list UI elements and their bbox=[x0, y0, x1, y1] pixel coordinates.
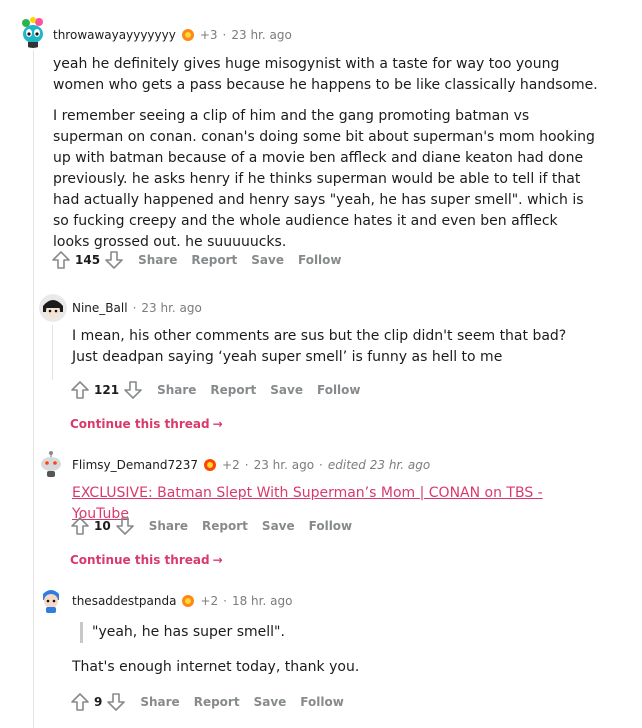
username[interactable]: Nine_Ball bbox=[72, 301, 128, 315]
thread-line[interactable] bbox=[33, 50, 34, 728]
upvote-icon[interactable] bbox=[70, 516, 90, 536]
comment-paragraph: yeah he definitely gives huge misogynist… bbox=[53, 56, 598, 93]
timestamp[interactable]: 18 hr. ago bbox=[232, 594, 292, 608]
awards-count[interactable]: +2 bbox=[200, 594, 218, 608]
comment-actions: 145 Share Report Save Follow bbox=[51, 250, 356, 270]
award-icon[interactable] bbox=[181, 594, 195, 608]
award-icon[interactable] bbox=[203, 458, 217, 472]
downvote-icon[interactable] bbox=[115, 516, 135, 536]
downvote-icon[interactable] bbox=[106, 692, 126, 712]
timestamp[interactable]: 23 hr. ago bbox=[231, 28, 291, 42]
follow-button[interactable]: Follow bbox=[298, 253, 342, 267]
username[interactable]: throwawayayyyyyyy bbox=[53, 28, 176, 42]
comment-paragraph: I remember seeing a clip of him and the … bbox=[53, 108, 595, 250]
comment-meta: thesaddestpanda +2 · 18 hr. ago bbox=[72, 594, 292, 608]
avatar[interactable] bbox=[37, 450, 65, 478]
separator: · bbox=[223, 594, 227, 608]
save-button[interactable]: Save bbox=[254, 695, 287, 709]
timestamp[interactable]: 23 hr. ago bbox=[254, 458, 314, 472]
follow-button[interactable]: Follow bbox=[317, 383, 361, 397]
comment-actions: 10 Share Report Save Follow bbox=[70, 516, 366, 536]
vote-group: 10 bbox=[70, 516, 135, 536]
report-button[interactable]: Report bbox=[191, 253, 237, 267]
comment-paragraph: That's enough internet today, thank you. bbox=[72, 659, 360, 675]
save-button[interactable]: Save bbox=[270, 383, 303, 397]
comment-actions: 9 Share Report Save Follow bbox=[70, 692, 358, 712]
report-button[interactable]: Report bbox=[194, 695, 240, 709]
awards-count[interactable]: +2 bbox=[222, 458, 240, 472]
username[interactable]: Flimsy_Demand7237 bbox=[72, 458, 198, 472]
avatar[interactable] bbox=[37, 586, 65, 614]
username[interactable]: thesaddestpanda bbox=[72, 594, 176, 608]
report-button[interactable]: Report bbox=[202, 519, 248, 533]
vote-group: 121 bbox=[70, 380, 143, 400]
separator: · bbox=[132, 301, 137, 315]
save-button[interactable]: Save bbox=[251, 253, 284, 267]
upvote-icon[interactable] bbox=[51, 250, 71, 270]
share-button[interactable]: Share bbox=[138, 253, 177, 267]
follow-button[interactable]: Follow bbox=[309, 519, 353, 533]
vote-score: 121 bbox=[94, 383, 120, 397]
comment-paragraph: I mean, his other comments are sus but t… bbox=[72, 328, 567, 365]
comment-meta: Flimsy_Demand7237 +2 · 23 hr. ago · edit… bbox=[72, 458, 430, 472]
report-button[interactable]: Report bbox=[210, 383, 256, 397]
share-button[interactable]: Share bbox=[157, 383, 196, 397]
edited-label: edited 23 hr. ago bbox=[327, 458, 431, 472]
comment-body: I mean, his other comments are sus but t… bbox=[72, 326, 592, 368]
vote-score: 9 bbox=[94, 695, 103, 709]
vote-score: 145 bbox=[75, 253, 101, 267]
thread-line-reply[interactable] bbox=[52, 325, 53, 380]
separator: · bbox=[319, 458, 323, 472]
comment-body: yeah he definitely gives huge misogynist… bbox=[53, 54, 598, 253]
comment-meta: throwawayayyyyyyy +3 · 23 hr. ago bbox=[53, 28, 292, 42]
avatar[interactable] bbox=[17, 16, 49, 48]
upvote-icon[interactable] bbox=[70, 380, 90, 400]
comment-actions: 121 Share Report Save Follow bbox=[70, 380, 375, 400]
upvote-icon[interactable] bbox=[70, 692, 90, 712]
share-button[interactable]: Share bbox=[149, 519, 188, 533]
vote-group: 145 bbox=[51, 250, 124, 270]
vote-score: 10 bbox=[94, 519, 111, 533]
comment-body: "yeah, he has super smell". That's enoug… bbox=[72, 622, 592, 678]
separator: · bbox=[244, 458, 249, 472]
downvote-icon[interactable] bbox=[123, 380, 143, 400]
award-icon[interactable] bbox=[181, 28, 195, 42]
save-button[interactable]: Save bbox=[262, 519, 295, 533]
comment-meta: Nine_Ball · 23 hr. ago bbox=[72, 301, 202, 315]
separator: · bbox=[222, 28, 227, 42]
avatar[interactable] bbox=[39, 294, 67, 322]
arrow-right-icon: → bbox=[212, 553, 223, 567]
share-button[interactable]: Share bbox=[140, 695, 179, 709]
arrow-right-icon: → bbox=[212, 417, 223, 431]
continue-thread-link[interactable]: Continue this thread → bbox=[70, 417, 223, 431]
continue-thread-label: Continue this thread bbox=[70, 553, 210, 567]
follow-button[interactable]: Follow bbox=[300, 695, 344, 709]
downvote-icon[interactable] bbox=[104, 250, 124, 270]
awards-count[interactable]: +3 bbox=[200, 28, 218, 42]
continue-thread-label: Continue this thread bbox=[70, 417, 210, 431]
continue-thread-link[interactable]: Continue this thread → bbox=[70, 553, 223, 567]
vote-group: 9 bbox=[70, 692, 126, 712]
timestamp[interactable]: 23 hr. ago bbox=[141, 301, 201, 315]
blockquote: "yeah, he has super smell". bbox=[80, 622, 592, 643]
